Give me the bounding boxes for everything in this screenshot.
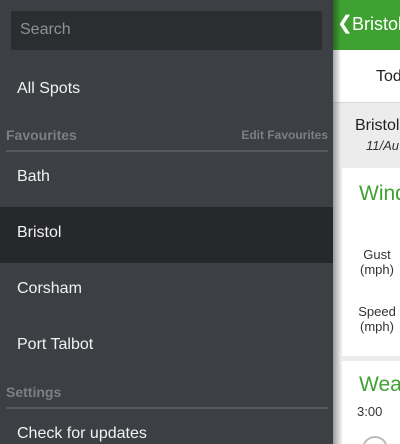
favourite-item-bath[interactable]: Bath	[0, 151, 333, 207]
day-tabs: Today	[333, 50, 400, 103]
forecast-time: 3:00	[357, 404, 383, 419]
favourite-label: Bristol	[17, 224, 62, 241]
search-placeholder: Search	[20, 21, 71, 38]
favourite-label: Bath	[17, 168, 50, 185]
app-bar: ❮ Bristol	[333, 0, 400, 50]
spot-detail-panel: ❮ Bristol Today Bristol 11/Au Wind Gust …	[333, 0, 400, 444]
gust-label: Gust (mph)	[360, 247, 394, 277]
favourites-section-header: Favourites Edit Favourites	[6, 124, 328, 152]
menu-item-all-spots[interactable]: All Spots	[0, 63, 333, 119]
search-input[interactable]: Search	[11, 11, 322, 50]
forecast-date: 11/Au	[366, 138, 400, 153]
settings-section-header: Settings	[6, 381, 328, 409]
drawer-shadow	[333, 0, 341, 444]
weather-card-title: Weather	[359, 373, 400, 396]
navigation-drawer: Search All Spots Favourites Edit Favouri…	[0, 0, 333, 444]
favourite-item-corsham[interactable]: Corsham	[0, 263, 333, 319]
speed-label: Speed (mph)	[358, 304, 396, 334]
edit-favourites-button[interactable]: Edit Favourites	[241, 128, 328, 142]
tab-today[interactable]: Today	[376, 68, 400, 86]
app-bar-title: Bristol	[352, 14, 400, 34]
menu-item-label: Check for updates	[17, 425, 147, 442]
favourites-title: Favourites	[6, 127, 77, 143]
settings-title: Settings	[6, 384, 62, 400]
weather-card: Weather	[342, 361, 400, 444]
check-for-updates-item[interactable]: Check for updates	[0, 408, 333, 444]
favourite-item-bristol[interactable]: Bristol	[0, 207, 333, 263]
menu-item-label: All Spots	[17, 80, 81, 97]
favourite-item-port-talbot[interactable]: Port Talbot	[0, 319, 333, 375]
favourite-label: Port Talbot	[17, 336, 94, 353]
location-name: Bristol	[355, 117, 400, 134]
wind-card: Wind Gust (mph) Speed (mph)	[342, 168, 400, 356]
favourite-label: Corsham	[17, 280, 82, 297]
wind-card-title: Wind	[359, 182, 400, 205]
